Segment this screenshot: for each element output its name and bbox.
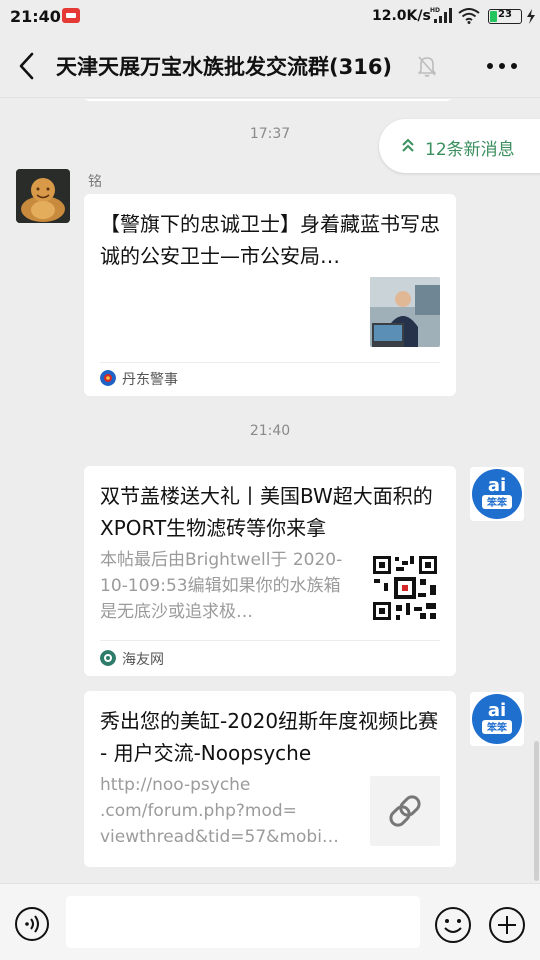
card-source: 海友网 xyxy=(122,652,164,668)
new-messages-label: 12条新消息 xyxy=(425,140,515,160)
battery-level: 23 xyxy=(498,9,512,20)
card-divider xyxy=(100,640,440,641)
link-card[interactable]: 【警旗下的忠诚卫士】身着藏蓝书写忠诚的公安卫士—市公安局… 丹东警事 xyxy=(84,194,456,396)
police-officer-thumbnail xyxy=(370,277,440,347)
card-divider xyxy=(100,362,440,363)
plus-circle-icon[interactable] xyxy=(488,906,526,944)
ai-avatar-image: ai 笨笨 xyxy=(470,692,524,746)
scrollbar-thumb[interactable] xyxy=(534,741,539,881)
link-card[interactable]: 双节盖楼送大礼丨美国BW超大面积的XPORT生物滤砖等你来拿 本帖最后由Brig… xyxy=(84,466,456,676)
wifi-icon xyxy=(458,8,480,24)
bell-off-icon xyxy=(418,56,436,77)
qr-code-thumbnail xyxy=(370,553,440,623)
card-description: http://noo-psyche .com/forum.php?mod= vi… xyxy=(100,775,339,847)
voice-icon[interactable] xyxy=(14,906,50,942)
avatar[interactable]: ai 笨笨 xyxy=(470,467,524,521)
chat-header: 天津天展万宝水族批发交流群(316) xyxy=(0,34,540,98)
svg-text:笨笨: 笨笨 xyxy=(487,496,508,509)
svg-text:ai: ai xyxy=(488,475,506,496)
ai-avatar-image: ai 笨笨 xyxy=(470,467,524,521)
message-input[interactable] xyxy=(66,896,420,948)
card-source: 丹东警事 xyxy=(122,372,178,388)
chevron-left-icon[interactable] xyxy=(12,50,42,82)
buddha-avatar-image xyxy=(16,169,70,223)
police-badge-icon xyxy=(100,370,116,386)
charging-icon xyxy=(527,9,535,24)
link-thumbnail xyxy=(370,776,440,846)
signal-icon: HD xyxy=(430,7,452,23)
more-dots-icon[interactable] xyxy=(484,56,520,76)
status-time: 21:40 xyxy=(10,7,61,26)
link-icon xyxy=(389,795,421,827)
chat-title[interactable]: 天津天展万宝水族批发交流群(316) xyxy=(56,51,392,81)
input-bar xyxy=(0,883,540,960)
link-card[interactable]: 秀出您的美缸-2020纽斯年度视频比赛 - 用户交流-Noopsyche htt… xyxy=(84,691,456,867)
sender-name: 铭 xyxy=(88,174,102,190)
card-title: 双节盖楼送大礼丨美国BW超大面积的XPORT生物滤砖等你来拿 xyxy=(100,484,433,540)
battery-icon: 23 xyxy=(488,9,522,24)
previous-message-edge xyxy=(84,99,452,101)
time-stamp: 21:40 xyxy=(249,423,291,439)
chat-area[interactable]: 17:37 12条新消息 铭 【警旗下的忠诚卫士】身着藏蓝书写忠诚的公安卫士—市… xyxy=(0,99,540,883)
new-messages-button[interactable]: 12条新消息 xyxy=(379,119,540,173)
svg-text:ai: ai xyxy=(488,700,506,721)
card-title: 秀出您的美缸-2020纽斯年度视频比赛 - 用户交流-Noopsyche xyxy=(100,709,439,765)
avatar[interactable]: ai 笨笨 xyxy=(470,692,524,746)
network-speed: 12.0K/s xyxy=(372,8,431,24)
emoji-icon[interactable] xyxy=(434,906,472,944)
app-notification-icon xyxy=(62,8,80,23)
avatar[interactable] xyxy=(16,169,70,223)
card-description: 本帖最后由Brightwell于 2020-10-109:53编辑如果你的水族箱… xyxy=(100,550,343,622)
svg-text:笨笨: 笨笨 xyxy=(487,721,508,734)
haiyou-logo-icon xyxy=(100,650,116,666)
status-bar: 21:40 12.0K/s HD 23 xyxy=(0,0,540,34)
card-title: 【警旗下的忠诚卫士】身着藏蓝书写忠诚的公安卫士—市公安局… xyxy=(100,212,440,268)
double-chevron-up-icon xyxy=(402,138,414,152)
svg-text:HD: HD xyxy=(430,7,440,14)
